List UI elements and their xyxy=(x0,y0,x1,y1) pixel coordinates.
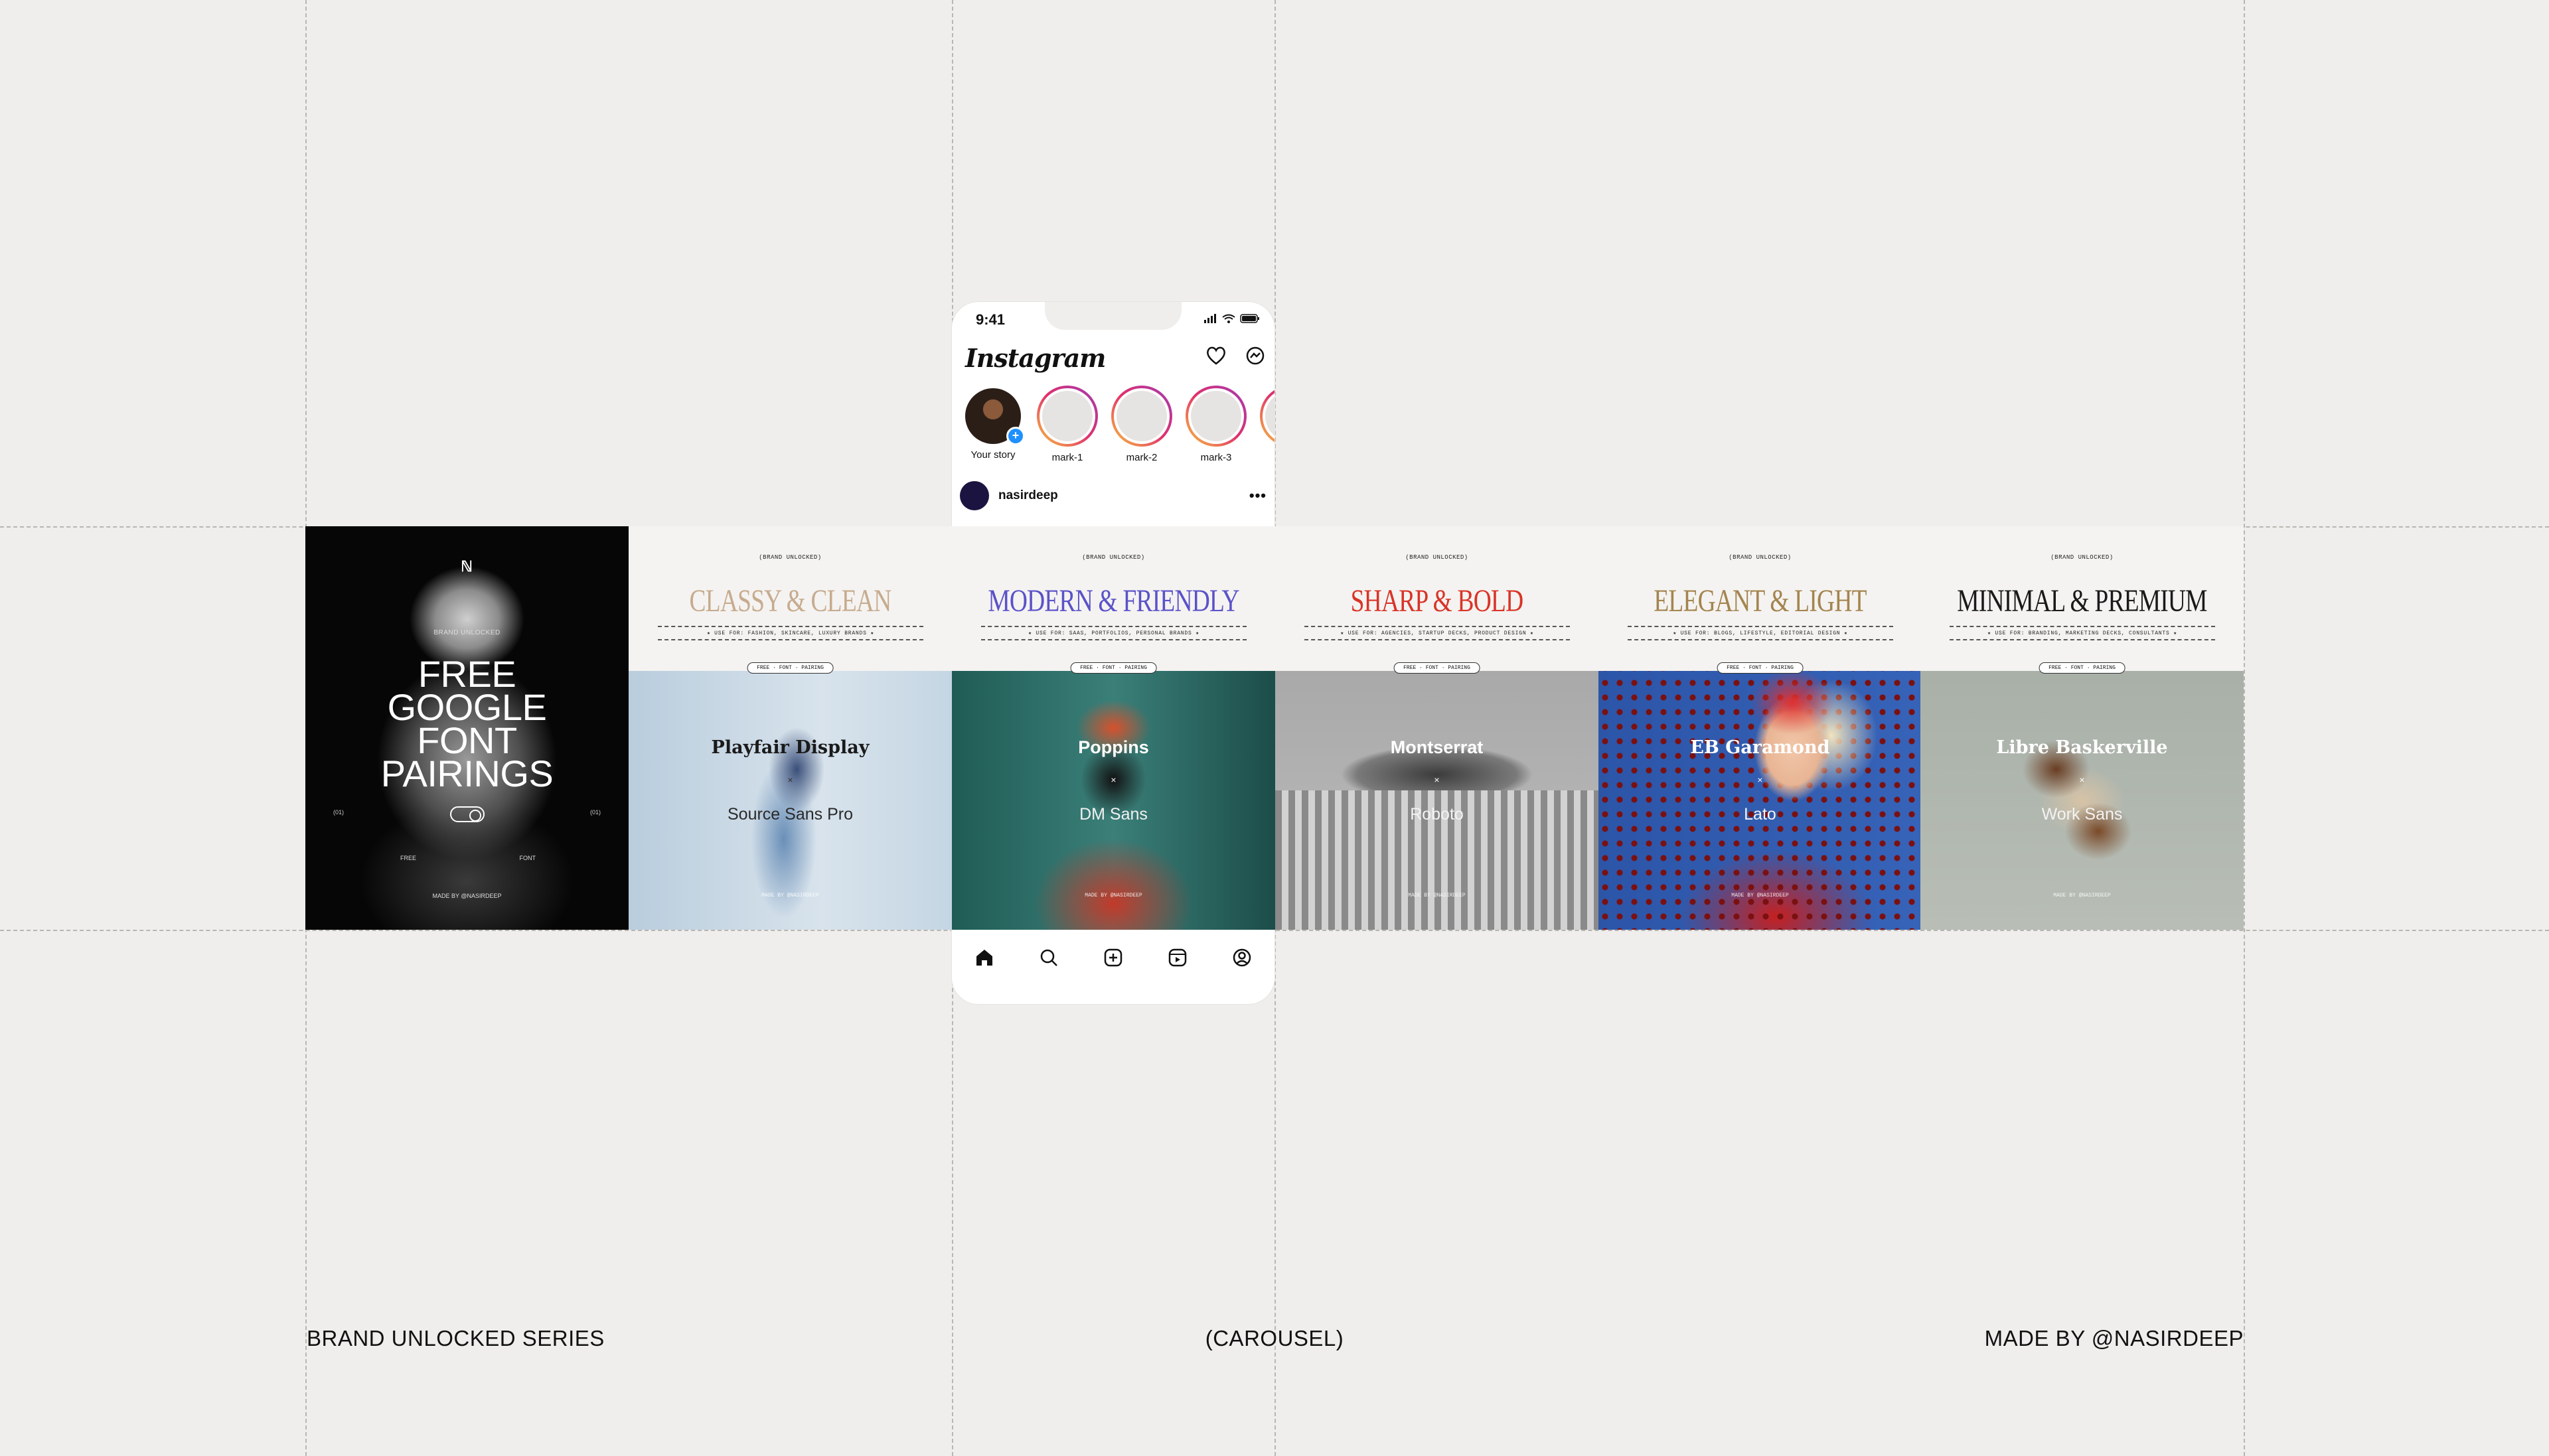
slide-use-for: ★ USE FOR: BRANDING, MARKETING DECKS, CO… xyxy=(1950,626,2215,640)
status-time: 9:41 xyxy=(976,311,1006,328)
slide-use-for: ★ USE FOR: BLOGS, LIFESTYLE, EDITORIAL D… xyxy=(1628,626,1893,640)
story-own[interactable]: + Your story xyxy=(963,386,1025,463)
story-label: mark-1 xyxy=(1051,452,1083,463)
wifi-icon xyxy=(1222,314,1235,323)
slide-title: MINIMAL & PREMIUM xyxy=(1957,583,2207,619)
slide-made-by: MADE BY @NASIRDEEP xyxy=(761,893,819,899)
font-primary: Poppins xyxy=(1078,737,1149,757)
cover-title: FREE GOOGLE FONT PAIRINGS xyxy=(380,653,554,794)
pairing-pill: FREE · FONT · PAIRING xyxy=(1070,662,1157,674)
slide-brand: (BRAND UNLOCKED) xyxy=(1729,554,1792,561)
heart-icon[interactable] xyxy=(1205,346,1227,366)
post-avatar[interactable] xyxy=(960,481,989,510)
slide-title: MODERN & FRIENDLY xyxy=(988,583,1239,619)
more-options-icon[interactable]: ••• xyxy=(1249,487,1267,504)
font-primary: Libre Baskerville xyxy=(1996,737,2168,758)
create-icon[interactable] xyxy=(1100,944,1126,971)
pairing-pill: FREE · FONT · PAIRING xyxy=(1717,662,1804,674)
story-item[interactable]: mark-3 xyxy=(1186,386,1247,463)
pairing-pill: FREE · FONT · PAIRING xyxy=(2039,662,2125,674)
post-username[interactable]: nasirdeep xyxy=(998,488,1240,503)
pairing-x: × xyxy=(1757,774,1763,785)
story-item[interactable]: mark-2 xyxy=(1111,386,1172,463)
pairing-pill: FREE · FONT · PAIRING xyxy=(747,662,834,674)
footer-carousel-label: (CAROUSEL) xyxy=(1205,1326,1344,1350)
pairing-slide[interactable]: (BRAND UNLOCKED) SHARP & BOLD ★ USE FOR:… xyxy=(1275,526,1598,930)
pairing-x: × xyxy=(1434,774,1440,785)
cover-side-left: (01) xyxy=(333,809,345,816)
status-icons xyxy=(1204,314,1260,323)
font-secondary: Work Sans xyxy=(2041,805,2123,824)
font-secondary: DM Sans xyxy=(1079,805,1148,824)
slide-image xyxy=(1275,671,1598,930)
font-primary: EB Garamond xyxy=(1690,737,1830,758)
cover-slide[interactable]: ℕ BRAND UNLOCKED FREE GOOGLE FONT PAIRIN… xyxy=(305,526,629,930)
pairing-slide[interactable]: (BRAND UNLOCKED) ELEGANT & LIGHT ★ USE F… xyxy=(1598,526,1922,930)
reels-icon[interactable] xyxy=(1164,944,1191,971)
story-item[interactable]: mark-1 xyxy=(1037,386,1098,463)
slide-image xyxy=(629,671,952,930)
signal-icon xyxy=(1204,314,1216,323)
slide-use-for: ★ USE FOR: FASHION, SKINCARE, LUXURY BRA… xyxy=(658,626,923,640)
pairing-slide[interactable]: (BRAND UNLOCKED) MODERN & FRIENDLY ★ USE… xyxy=(952,526,1275,930)
post-header: nasirdeep ••• xyxy=(960,481,1267,510)
slide-image xyxy=(952,671,1275,930)
home-icon[interactable] xyxy=(971,944,998,971)
guide-line xyxy=(0,930,2549,931)
cover-foot-right: FONT xyxy=(519,855,536,861)
font-primary: Playfair Display xyxy=(711,737,870,758)
instagram-logo: Instagram xyxy=(965,343,1106,373)
story-label: Your story xyxy=(970,449,1016,461)
cover-footer: FREE FONT xyxy=(305,855,629,861)
story-label: ma xyxy=(1260,452,1274,463)
slide-title: SHARP & BOLD xyxy=(1350,583,1523,619)
stories-row: + Your story mark-1 mark-2 mark-3 ma xyxy=(963,386,1274,463)
bottom-nav xyxy=(952,938,1274,978)
avatar: + xyxy=(965,388,1025,445)
font-primary: Montserrat xyxy=(1390,737,1484,757)
slide-image xyxy=(1920,671,2244,930)
slide-made-by: MADE BY @NASIRDEEP xyxy=(1085,893,1142,899)
story-item[interactable]: ma xyxy=(1260,386,1274,463)
slide-made-by: MADE BY @NASIRDEEP xyxy=(2053,893,2111,899)
messenger-icon[interactable] xyxy=(1245,346,1265,366)
cover-foot-left: FREE xyxy=(400,855,417,861)
slide-made-by: MADE BY @NASIRDEEP xyxy=(1731,893,1789,899)
brand-logo-icon: ℕ xyxy=(461,558,473,575)
slide-title: ELEGANT & LIGHT xyxy=(1654,583,1867,619)
slide-made-by: MADE BY @NASIRDEEP xyxy=(1408,893,1466,899)
footer-series-label: BRAND UNLOCKED SERIES xyxy=(307,1326,605,1350)
slide-use-for: ★ USE FOR: SAAS, PORTFOLIOS, PERSONAL BR… xyxy=(981,626,1247,640)
pairing-pill: FREE · FONT · PAIRING xyxy=(1393,662,1480,674)
pairing-x: × xyxy=(1111,774,1117,785)
story-label: mark-2 xyxy=(1126,452,1158,463)
battery-icon xyxy=(1240,314,1259,323)
profile-icon[interactable] xyxy=(1229,944,1255,971)
pairing-x: × xyxy=(787,774,793,785)
carousel: ℕ BRAND UNLOCKED FREE GOOGLE FONT PAIRIN… xyxy=(305,526,2244,930)
story-label: mark-3 xyxy=(1200,452,1232,463)
pairing-slide[interactable]: (BRAND UNLOCKED) CLASSY & CLEAN ★ USE FO… xyxy=(629,526,952,930)
slide-image xyxy=(1598,671,1922,930)
add-story-icon[interactable]: + xyxy=(1006,427,1025,445)
slide-brand: (BRAND UNLOCKED) xyxy=(1082,554,1145,561)
cover-brand: BRAND UNLOCKED xyxy=(433,629,501,636)
cover-side-right: (01) xyxy=(589,809,601,816)
slide-use-for: ★ USE FOR: AGENCIES, STARTUP DECKS, PROD… xyxy=(1304,626,1570,640)
font-secondary: Lato xyxy=(1744,805,1776,824)
font-secondary: Source Sans Pro xyxy=(728,805,853,824)
slide-brand: (BRAND UNLOCKED) xyxy=(759,554,822,561)
swipe-toggle-icon[interactable] xyxy=(450,806,485,822)
slide-brand: (BRAND UNLOCKED) xyxy=(2050,554,2114,561)
slide-title: CLASSY & CLEAN xyxy=(689,583,892,619)
pairing-x: × xyxy=(2079,774,2085,785)
cover-made-by: MADE BY @NASIRDEEP xyxy=(432,893,502,899)
search-icon[interactable] xyxy=(1036,944,1062,971)
footer-made-by: MADE BY @NASIRDEEP xyxy=(1984,1326,2244,1350)
font-secondary: Roboto xyxy=(1410,805,1464,824)
slide-brand: (BRAND UNLOCKED) xyxy=(1405,554,1468,561)
pairing-slide[interactable]: (BRAND UNLOCKED) MINIMAL & PREMIUM ★ USE… xyxy=(1920,526,2244,930)
guide-line xyxy=(2244,0,2245,1456)
phone-notch xyxy=(1045,302,1182,330)
